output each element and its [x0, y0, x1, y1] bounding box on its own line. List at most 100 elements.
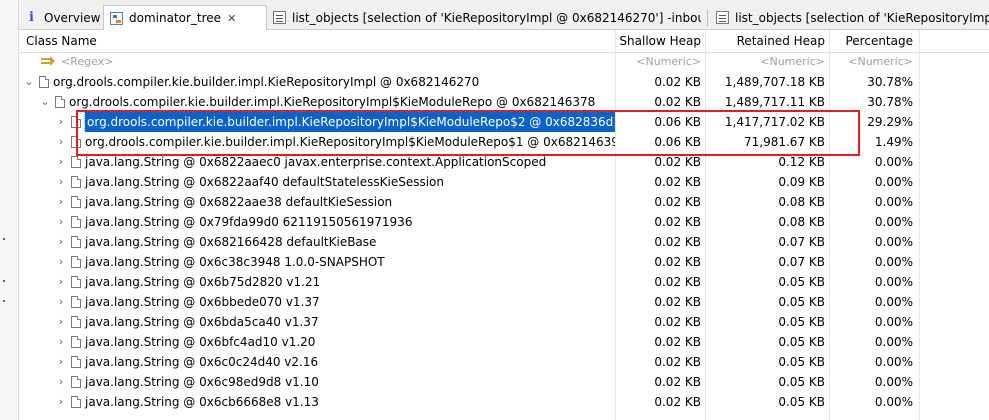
percentage-cell: 0.00%	[874, 295, 913, 309]
chevron-right-icon[interactable]: ›	[55, 192, 67, 212]
shallow-heap-cell: 0.06 KB	[654, 115, 701, 129]
object-label: java.lang.String @ 0x6822aaec0 javax.ent…	[85, 155, 547, 169]
column-header-shallow-heap[interactable]: Shallow Heap	[615, 30, 705, 52]
object-label: java.lang.String @ 0x6c98ed9d8 v1.10	[85, 375, 319, 389]
shallow-heap-cell: 0.02 KB	[654, 175, 701, 189]
filter-row: <Regex> <Numeric> <Numeric> <Numeric>	[19, 52, 989, 72]
object-file-icon	[71, 276, 81, 288]
percentage-cell: 0.00%	[874, 235, 913, 249]
class-name-cell: › java.lang.String @ 0x79fda99d0 62119150…	[19, 212, 615, 232]
percentage-filter-input[interactable]: <Numeric>	[829, 52, 919, 72]
dominator-tree-table: ⌄ org.drools.compiler.kie.builder.impl.Ki…	[19, 72, 989, 412]
table-row[interactable]: › java.lang.String @ 0x6c0c24d40 v2.16 0.0…	[19, 352, 989, 372]
object-file-icon	[71, 336, 81, 348]
shallow-heap-filter-input[interactable]: <Numeric>	[615, 52, 705, 72]
percentage-cell: 0.00%	[874, 315, 913, 329]
table-row[interactable]: ⌄ org.drools.compiler.kie.builder.impl.Ki…	[19, 72, 989, 92]
column-header-percentage[interactable]: Percentage	[829, 30, 919, 52]
object-file-icon	[71, 296, 81, 308]
chevron-right-icon[interactable]: ›	[55, 372, 67, 392]
object-label: org.drools.compiler.kie.builder.impl.Kie…	[84, 112, 615, 132]
tab-label: list_objects [selection of 'KieRepositor…	[735, 10, 989, 25]
percentage-cell: 1.49%	[874, 135, 913, 149]
object-file-icon	[71, 196, 81, 208]
retained-heap-cell: 0.08 KB	[778, 195, 825, 209]
object-file-icon	[71, 256, 81, 268]
object-label: java.lang.String @ 0x6bbede070 v1.37	[85, 295, 320, 309]
table-row[interactable]: › java.lang.String @ 0x6b75d2820 v1.21 0.0…	[19, 272, 989, 292]
chevron-right-icon[interactable]: ›	[55, 312, 67, 332]
chevron-right-icon[interactable]: ›	[55, 392, 67, 412]
object-file-icon	[71, 136, 81, 148]
object-label: java.lang.String @ 0x682166428 defaultKi…	[85, 235, 377, 249]
table-row[interactable]: › java.lang.String @ 0x79fda99d0 62119150…	[19, 212, 989, 232]
retained-heap-filter-input[interactable]: <Numeric>	[705, 52, 829, 72]
object-label: org.drools.compiler.kie.builder.impl.Kie…	[85, 135, 615, 149]
class-name-cell: › java.lang.String @ 0x6bfc4ad10 v1.20	[19, 332, 615, 352]
percentage-cell: 0.00%	[874, 215, 913, 229]
class-name-cell: › org.drools.compiler.kie.builder.impl.Ki…	[19, 112, 615, 132]
class-name-cell: › java.lang.String @ 0x6c98ed9d8 v1.10	[19, 372, 615, 392]
object-file-icon	[71, 396, 81, 408]
tab-list-objects-inbound[interactable]: list_objects [selection of 'KieRepositor…	[267, 6, 701, 29]
column-header-row: Class Name Shallow Heap Retained Heap Pe…	[19, 30, 989, 53]
object-file-icon	[39, 76, 49, 88]
shallow-heap-cell: 0.02 KB	[654, 95, 701, 109]
object-label: java.lang.String @ 0x6bda5ca40 v1.37	[85, 315, 319, 329]
retained-heap-cell: 0.05 KB	[778, 335, 825, 349]
class-name-cell: › java.lang.String @ 0x6822aae38 defaultK…	[19, 192, 615, 212]
tab-list-objects[interactable]: list_objects [selection of 'KieRepositor…	[701, 6, 989, 29]
editor-tab-bar: i Overview dominator_tree ✕ list_objects…	[19, 0, 989, 30]
chevron-right-icon[interactable]: ›	[55, 132, 67, 152]
chevron-right-icon[interactable]: ›	[55, 232, 67, 252]
chevron-right-icon[interactable]: ›	[55, 292, 67, 312]
table-row[interactable]: › java.lang.String @ 0x6cb6668e8 v1.13 0.0…	[19, 392, 989, 412]
table-row[interactable]: › java.lang.String @ 0x6c98ed9d8 v1.10 0.0…	[19, 372, 989, 392]
tab-overview[interactable]: i Overview	[19, 6, 103, 29]
object-file-icon	[71, 156, 81, 168]
table-row[interactable]: › java.lang.String @ 0x6822aaf40 defaultS…	[19, 172, 989, 192]
class-name-cell: ⌄ org.drools.compiler.kie.builder.impl.Ki…	[19, 72, 615, 92]
table-row[interactable]: › java.lang.String @ 0x682166428 defaultK…	[19, 232, 989, 252]
chevron-right-icon[interactable]: ›	[55, 252, 67, 272]
percentage-cell: 0.00%	[874, 375, 913, 389]
column-header-class-name[interactable]: Class Name	[26, 30, 606, 52]
table-row[interactable]: ⌄ org.drools.compiler.kie.builder.impl.Ki…	[19, 92, 989, 112]
table-row[interactable]: › java.lang.String @ 0x6bda5ca40 v1.37 0.0…	[19, 312, 989, 332]
object-file-icon	[71, 116, 81, 128]
table-row[interactable]: › java.lang.String @ 0x6822aae38 defaultK…	[19, 192, 989, 212]
chevron-down-icon[interactable]: ⌄	[39, 92, 51, 112]
table-row[interactable]: › java.lang.String @ 0x6c38c3948 1.0.0-SN…	[19, 252, 989, 272]
shallow-heap-cell: 0.02 KB	[654, 295, 701, 309]
tab-dominator-tree[interactable]: dominator_tree ✕	[103, 5, 267, 30]
object-label: org.drools.compiler.kie.builder.impl.Kie…	[69, 95, 596, 109]
close-icon[interactable]: ✕	[227, 12, 236, 25]
object-file-icon	[71, 356, 81, 368]
chevron-right-icon[interactable]: ›	[55, 352, 67, 372]
chevron-right-icon[interactable]: ›	[55, 112, 67, 132]
table-row[interactable]: › java.lang.String @ 0x6bbede070 v1.37 0.0…	[19, 292, 989, 312]
retained-heap-cell: 0.05 KB	[778, 375, 825, 389]
chevron-right-icon[interactable]: ›	[55, 172, 67, 192]
chevron-down-icon[interactable]: ⌄	[23, 72, 35, 92]
class-name-cell: › java.lang.String @ 0x6bda5ca40 v1.37	[19, 312, 615, 332]
chevron-right-icon[interactable]: ›	[55, 272, 67, 292]
tab-label: Overview	[44, 10, 101, 25]
list-objects-icon	[716, 11, 729, 24]
chevron-right-icon[interactable]: ›	[55, 212, 67, 232]
class-name-filter-input[interactable]: <Regex>	[61, 52, 361, 72]
chevron-right-icon[interactable]: ›	[55, 332, 67, 352]
percentage-cell: 0.00%	[874, 255, 913, 269]
column-header-retained-heap[interactable]: Retained Heap	[705, 30, 829, 52]
object-label: java.lang.String @ 0x6b75d2820 v1.21	[85, 275, 321, 289]
tab-label: dominator_tree	[129, 11, 222, 25]
table-row[interactable]: › java.lang.String @ 0x6bfc4ad10 v1.20 0.0…	[19, 332, 989, 352]
object-file-icon	[71, 236, 81, 248]
table-row[interactable]: › java.lang.String @ 0x6822aaec0 javax.en…	[19, 152, 989, 172]
table-row[interactable]: › org.drools.compiler.kie.builder.impl.Ki…	[19, 112, 989, 132]
retained-heap-cell: 0.08 KB	[778, 215, 825, 229]
chevron-right-icon[interactable]: ›	[55, 152, 67, 172]
object-label: java.lang.String @ 0x6c38c3948 1.0.0-SNA…	[85, 255, 385, 269]
percentage-cell: 0.00%	[874, 335, 913, 349]
table-row[interactable]: › org.drools.compiler.kie.builder.impl.Ki…	[19, 132, 989, 152]
